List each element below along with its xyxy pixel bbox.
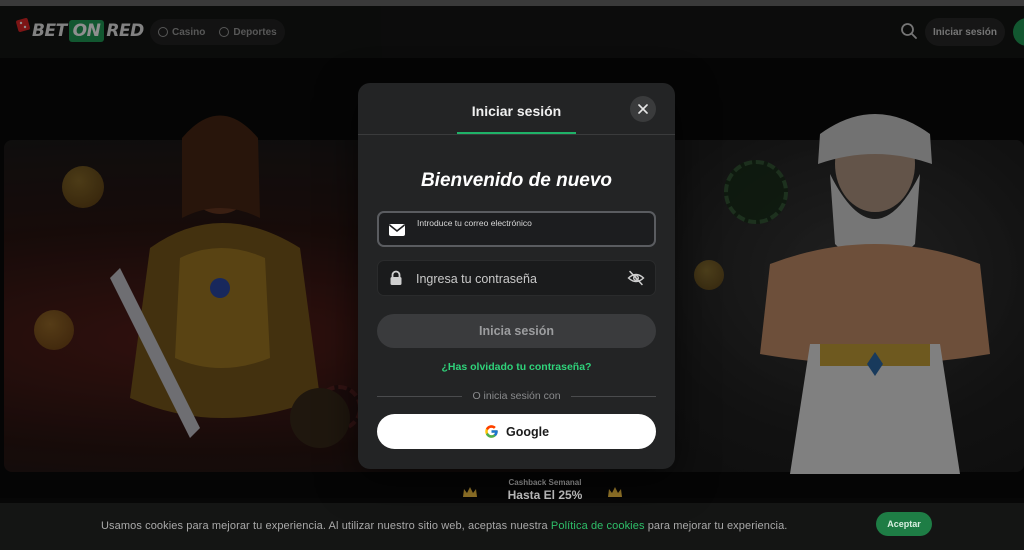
social-login-divider: O inicia sesión con [377,389,657,403]
site-header: BET ON RED Casino Deportes Iniciar sesió… [0,6,1024,58]
nav-item-deportes[interactable]: Deportes [219,26,277,38]
crown-icon [608,487,622,497]
casino-icon [158,27,168,37]
cookie-text-before: Usamos cookies para mejorar tu experienc… [101,520,551,532]
cookie-banner: Usamos cookies para mejorar tu experienc… [0,503,1024,550]
cookie-policy-link[interactable]: Política de cookies [551,520,645,532]
login-modal: Iniciar sesión Bienvenido de nuevo Intro… [358,83,675,469]
lock-icon [390,270,402,285]
divider-line [377,395,463,397]
email-field-label: Introduce tu correo electrónico [417,218,532,228]
cashback-amount: Hasta El 25% [507,488,583,502]
logo-part-on: ON [68,20,105,42]
site-logo[interactable]: BET ON RED [16,18,144,44]
close-icon [638,104,648,114]
cookie-message: Usamos cookies para mejorar tu experienc… [101,520,787,532]
logo-part-red: RED [106,21,144,41]
nav-item-label: Deportes [233,26,277,38]
welcome-heading: Bienvenido de nuevo [420,170,613,191]
cashback-title: Cashback Semanal [508,478,582,487]
eye-off-icon[interactable] [627,270,645,286]
accept-cookies-button[interactable]: Aceptar [876,512,932,536]
dice-logo-icon [16,18,30,32]
password-field[interactable] [377,260,656,296]
sports-ball-icon [219,27,230,37]
email-input[interactable] [417,230,647,244]
modal-header: Iniciar sesión [358,83,675,135]
google-logo-icon [485,425,498,438]
logo-part-bet: BET [32,21,67,41]
google-login-label: Google [505,424,550,439]
main-nav: Casino Deportes [150,19,285,45]
search-icon[interactable] [900,22,918,40]
cashback-promo[interactable]: Cashback Semanal Hasta El 25% [460,478,630,506]
divider-line [570,395,657,397]
envelope-icon [389,224,405,236]
active-tab-indicator [457,132,576,134]
tab-login[interactable]: Iniciar sesión [457,103,576,119]
header-login-button[interactable]: Iniciar sesión [925,18,1005,46]
logo-wordmark: BET ON RED [32,20,144,42]
nav-item-label: Casino [172,26,206,38]
cookie-text-after: para mejorar tu experiencia. [644,520,788,532]
google-login-button[interactable]: Google [377,414,656,449]
header-register-button[interactable] [1013,18,1024,46]
forgot-password-link[interactable]: ¿Has olvidado tu contraseña? [358,361,675,373]
login-submit-button[interactable]: Inicia sesión [377,314,656,348]
nav-item-casino[interactable]: Casino [158,27,205,38]
email-field[interactable]: Introduce tu correo electrónico [377,211,656,247]
divider-label: O inicia sesión con [472,390,561,402]
password-input[interactable] [416,270,616,288]
close-modal-button[interactable] [630,96,656,122]
